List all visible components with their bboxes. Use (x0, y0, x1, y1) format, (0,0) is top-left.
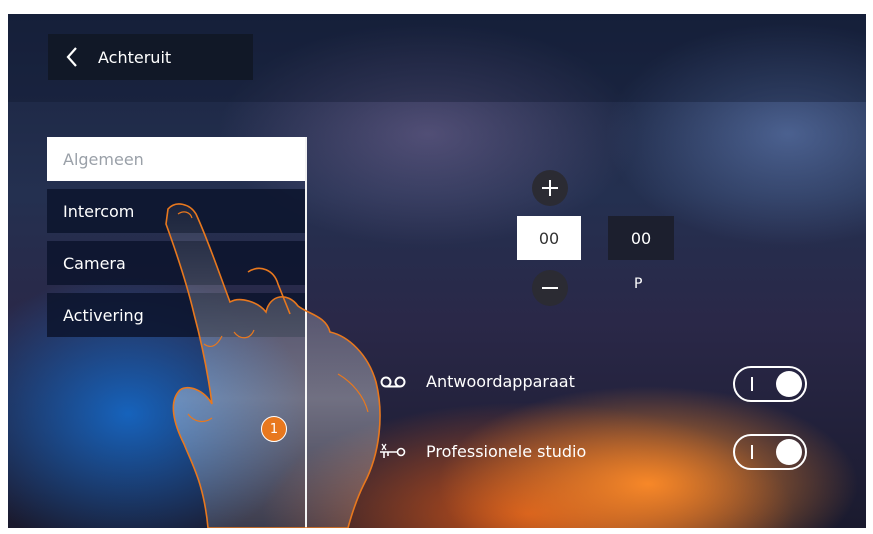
intercom-settings-screen: Achteruit Algemeen Intercom Camera Activ… (8, 14, 866, 528)
step-marker-badge: 1 (261, 416, 287, 442)
pointing-hand-illustration (165, 203, 381, 528)
